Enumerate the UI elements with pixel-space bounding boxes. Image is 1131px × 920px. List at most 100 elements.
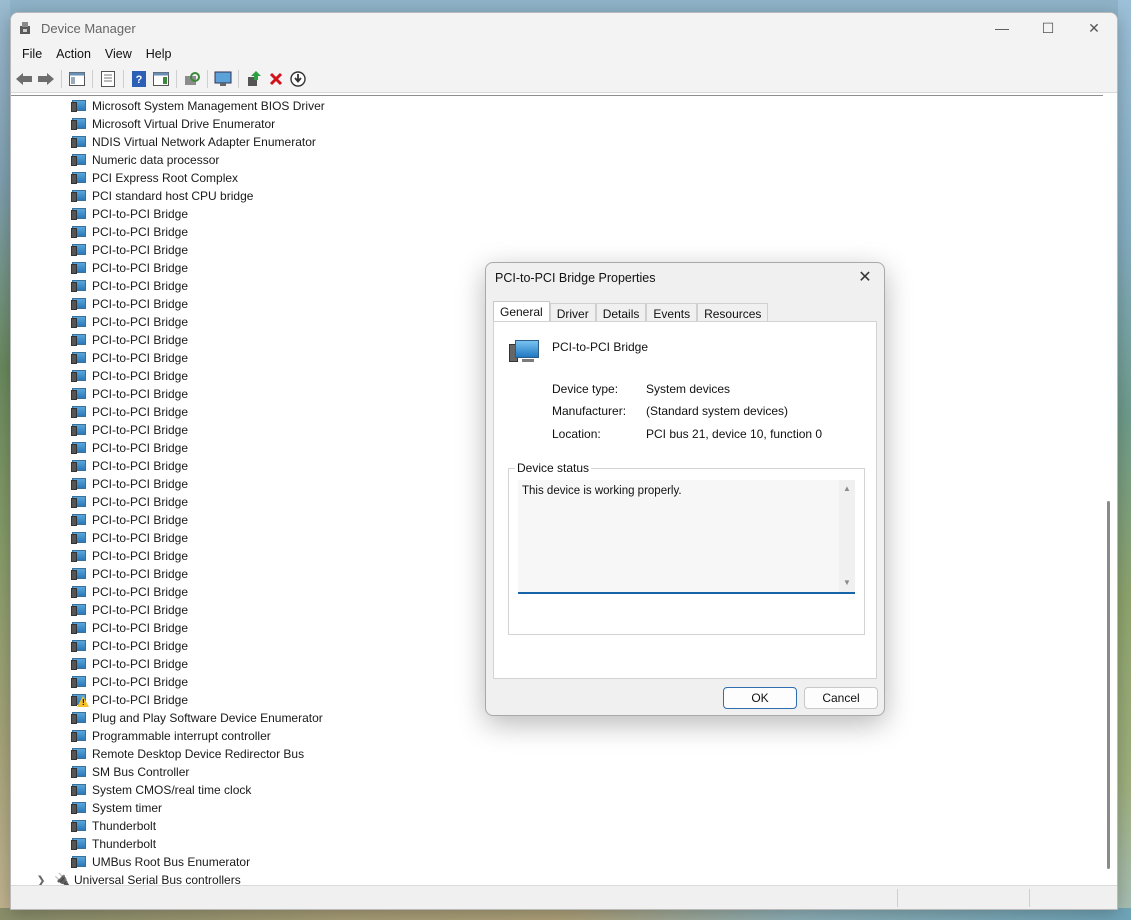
tree-item-label: PCI-to-PCI Bridge [92,207,189,221]
tree-device-item[interactable]: PCI-to-PCI Bridge [71,241,188,259]
tree-device-item[interactable]: System timer [71,799,162,817]
forward-button[interactable] [36,69,56,89]
uninstall-device-button[interactable] [266,69,286,89]
tree-device-item[interactable]: Microsoft Virtual Drive Enumerator [71,115,275,133]
tree-device-item[interactable]: Microsoft System Management BIOS Driver [71,97,325,115]
tree-device-item[interactable]: SM Bus Controller [71,763,189,781]
cancel-button[interactable]: Cancel [804,687,878,709]
scrollbar-thumb[interactable] [1107,501,1110,869]
tree-device-item[interactable]: PCI-to-PCI Bridge [71,295,188,313]
tab-general[interactable]: General [493,301,550,322]
system-device-icon [71,783,87,797]
tab-details[interactable]: Details [595,303,647,323]
tree-device-item[interactable]: Plug and Play Software Device Enumerator [71,709,323,727]
maximize-button[interactable]: ☐ [1025,13,1071,43]
tree-device-item[interactable]: PCI-to-PCI Bridge [71,601,188,619]
tree-device-item[interactable]: NDIS Virtual Network Adapter Enumerator [71,133,316,151]
back-button[interactable] [14,69,34,89]
tree-device-item[interactable]: PCI-to-PCI Bridge [71,205,188,223]
location-value: PCI bus 21, device 10, function 0 [646,427,823,441]
menu-file[interactable]: File [15,47,49,61]
scroll-down-icon[interactable]: ▼ [843,578,851,587]
menu-bar: File Action View Help [11,43,1117,65]
tree-device-item[interactable]: Programmable interrupt controller [71,727,271,745]
tree-device-item[interactable]: System CMOS/real time clock [71,781,251,799]
help-button[interactable]: ? [129,69,149,89]
ok-button[interactable]: OK [723,687,797,709]
system-device-icon [509,338,541,364]
status-scrollbar[interactable]: ▲ ▼ [839,480,855,592]
tree-item-label: PCI-to-PCI Bridge [92,297,189,311]
system-device-icon [71,657,87,671]
tree-device-item[interactable]: PCI-to-PCI Bridge [71,313,188,331]
tab-events[interactable]: Events [646,303,698,323]
tree-device-item[interactable]: PCI-to-PCI Bridge [71,421,188,439]
tree-item-label: PCI-to-PCI Bridge [92,693,189,707]
tree-item-label: PCI-to-PCI Bridge [92,369,189,383]
disable-device-button[interactable] [288,69,308,89]
tree-device-item[interactable]: PCI-to-PCI Bridge [71,457,188,475]
tree-device-item[interactable]: PCI-to-PCI Bridge [71,583,188,601]
computer-view-button[interactable] [213,69,233,89]
system-device-icon [71,819,87,833]
action-pane-button[interactable] [151,69,171,89]
tree-device-item[interactable]: PCI-to-PCI Bridge [71,547,188,565]
tree-device-item[interactable]: PCI standard host CPU bridge [71,187,253,205]
device-status-textbox[interactable]: This device is working properly. ▲ ▼ [518,480,855,594]
tab-driver[interactable]: Driver [549,303,596,323]
update-driver-button[interactable] [244,69,264,89]
tab-resources[interactable]: Resources [697,303,769,323]
tree-device-item[interactable]: PCI-to-PCI Bridge [71,403,188,421]
tree-item-label: PCI-to-PCI Bridge [92,621,189,635]
properties-button[interactable] [98,69,118,89]
menu-action[interactable]: Action [49,47,98,61]
toolbar-separator [238,69,239,88]
menu-help[interactable]: Help [139,47,179,61]
tree-device-item[interactable]: PCI-to-PCI Bridge [71,385,188,403]
dialog-title: PCI-to-PCI Bridge Properties [495,271,656,285]
tree-device-item[interactable]: PCI-to-PCI Bridge [71,655,188,673]
close-button[interactable]: ✕ [1071,13,1117,43]
minimize-button[interactable]: — [979,13,1025,43]
tree-device-item[interactable]: Thunderbolt [71,835,156,853]
vertical-scrollbar[interactable] [1103,95,1117,887]
close-icon: ✕ [1088,19,1100,36]
tree-device-item[interactable]: PCI-to-PCI Bridge [71,367,188,385]
toolbar-separator [92,69,93,88]
tree-device-item[interactable]: PCI-to-PCI Bridge [71,637,188,655]
tree-device-item[interactable]: PCI-to-PCI Bridge [71,259,188,277]
scroll-up-icon[interactable]: ▲ [843,484,851,493]
update-driver-icon [248,70,261,86]
tree-device-item[interactable]: PCI-to-PCI Bridge [71,349,188,367]
tree-item-label: PCI standard host CPU bridge [92,189,254,203]
maximize-icon: ☐ [1041,19,1055,36]
tree-device-item[interactable]: PCI-to-PCI Bridge [71,223,188,241]
scan-hardware-changes-button[interactable] [182,69,202,89]
title-bar[interactable]: Device Manager — ☐ ✕ [11,13,1117,43]
device-status-group: Device status This device is working pro… [508,461,865,635]
tree-device-item[interactable]: PCI-to-PCI Bridge [71,529,188,547]
tree-device-item[interactable]: Thunderbolt [71,817,156,835]
tree-device-item[interactable]: PCI-to-PCI Bridge [71,673,188,691]
tree-device-item[interactable]: PCI-to-PCI Bridge [71,331,188,349]
tree-device-item[interactable]: PCI-to-PCI Bridge [71,511,188,529]
console-tree-icon [69,71,85,86]
tree-device-item[interactable]: UMBus Root Bus Enumerator [71,853,250,871]
tree-item-label: PCI-to-PCI Bridge [92,405,189,419]
tree-item-label: PCI-to-PCI Bridge [92,441,189,455]
tree-device-item[interactable]: ! PCI-to-PCI Bridge [71,691,188,709]
show-hide-console-tree-button[interactable] [67,69,87,89]
menu-view[interactable]: View [98,47,139,61]
tree-device-item[interactable]: PCI-to-PCI Bridge [71,619,188,637]
tree-item-label: Remote Desktop Device Redirector Bus [92,747,305,761]
tree-device-item[interactable]: Numeric data processor [71,151,219,169]
toolbar-separator [207,69,208,88]
tree-device-item[interactable]: PCI-to-PCI Bridge [71,493,188,511]
tree-device-item[interactable]: PCI-to-PCI Bridge [71,277,188,295]
tree-device-item[interactable]: PCI-to-PCI Bridge [71,439,188,457]
tree-device-item[interactable]: PCI-to-PCI Bridge [71,565,188,583]
tree-device-item[interactable]: PCI Express Root Complex [71,169,238,187]
tree-device-item[interactable]: Remote Desktop Device Redirector Bus [71,745,304,763]
dialog-close-button[interactable]: ✕ [854,267,876,289]
tree-device-item[interactable]: PCI-to-PCI Bridge [71,475,188,493]
